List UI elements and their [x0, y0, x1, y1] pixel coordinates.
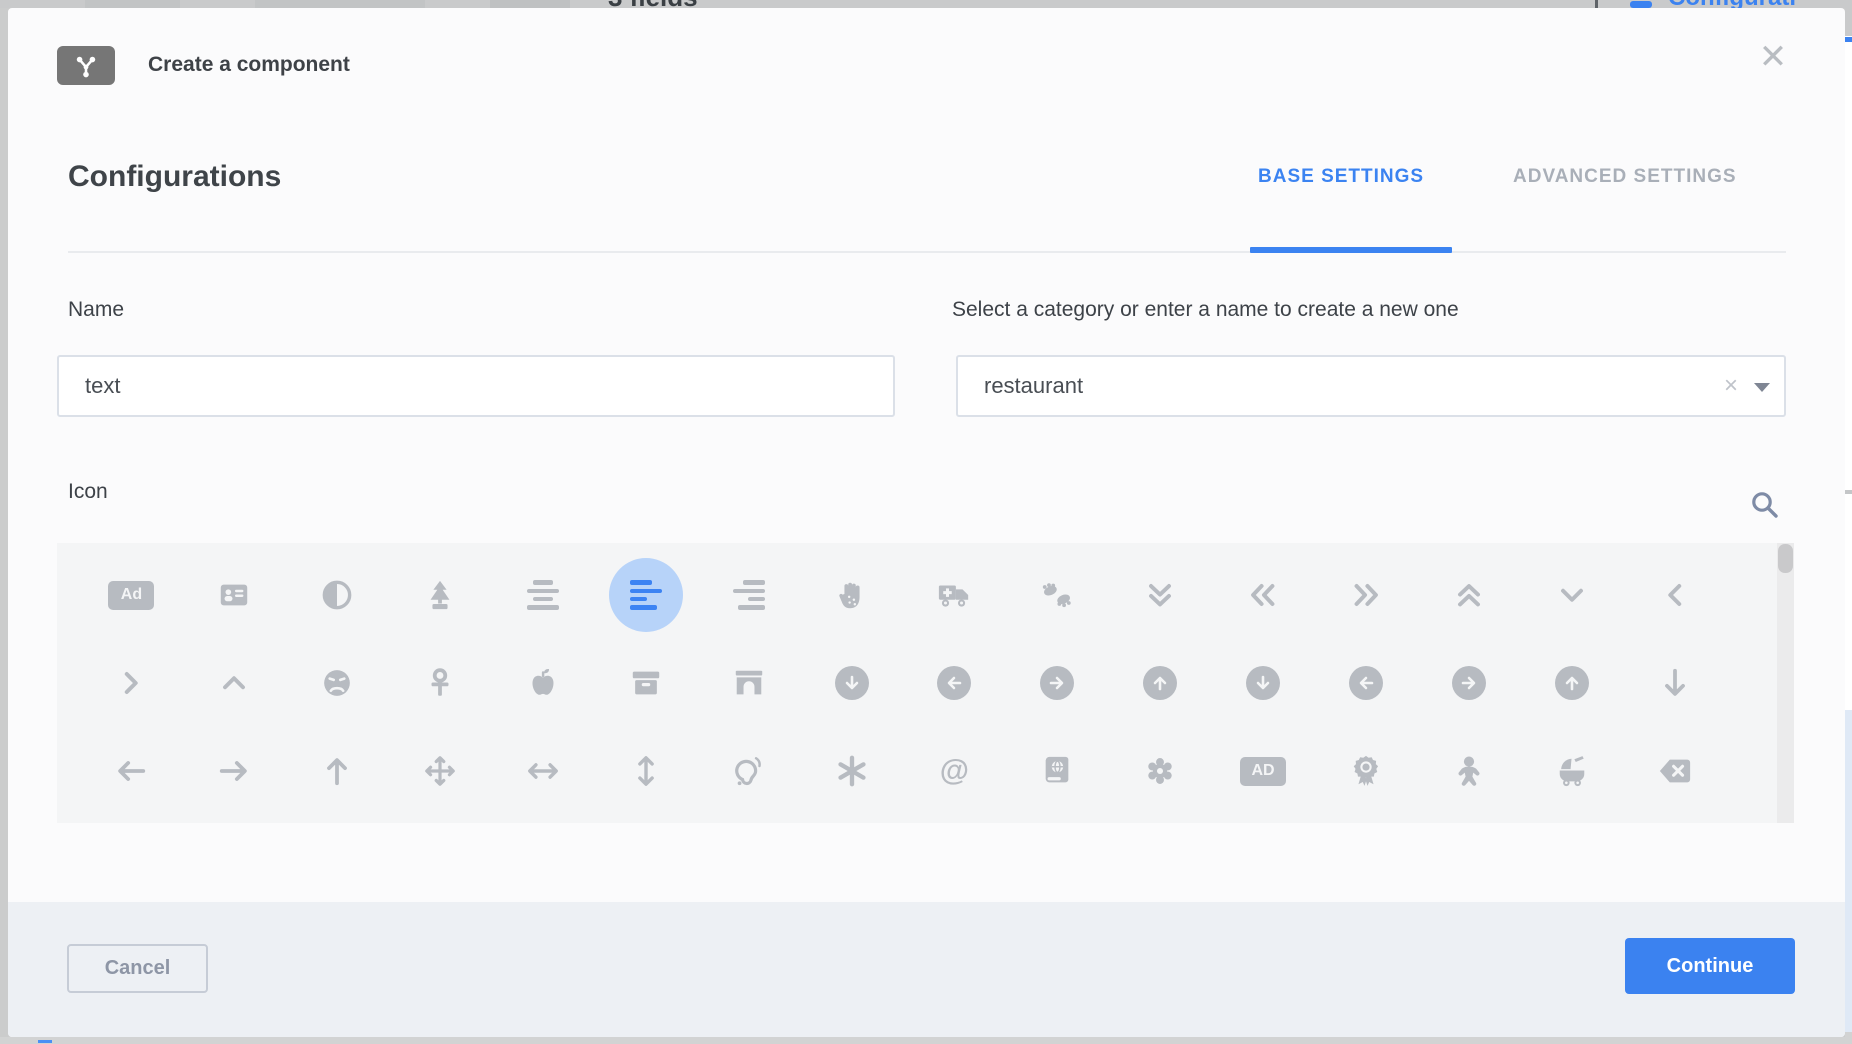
icon-arrows-alt-h[interactable]	[492, 727, 595, 815]
selected-icon-highlight	[609, 558, 683, 632]
icon-arrow-circle-down[interactable]	[1212, 639, 1315, 727]
tabs-divider	[68, 251, 1786, 253]
background-block	[85, 0, 180, 8]
icon-backspace[interactable]	[1623, 727, 1726, 815]
icon-align-right[interactable]	[697, 551, 800, 639]
tab-base-settings[interactable]: BASE SETTINGS	[1258, 166, 1424, 188]
icon-arrows-alt-v[interactable]	[594, 727, 697, 815]
icon-arrows-alt[interactable]	[389, 727, 492, 815]
section-title: Configurations	[68, 160, 281, 194]
icon-picker-grid: Ad @ AD	[57, 543, 1794, 823]
icon-grid-row	[80, 639, 1726, 727]
icon-arrow-alt-circle-right[interactable]	[1006, 639, 1109, 727]
icon-arrow-down[interactable]	[1623, 639, 1726, 727]
icon-angle-up[interactable]	[183, 639, 286, 727]
icon-angle-double-right[interactable]	[1315, 551, 1418, 639]
category-value: restaurant	[958, 373, 1083, 399]
chevron-down-icon[interactable]	[1754, 383, 1770, 392]
icon-label: Icon	[68, 480, 108, 504]
category-label: Select a category or enter a name to cre…	[952, 298, 1459, 322]
icon-air-freshener[interactable]	[389, 551, 492, 639]
icon-angle-double-left[interactable]	[1212, 551, 1315, 639]
icon-award[interactable]	[1315, 727, 1418, 815]
icon-arrow-up[interactable]	[286, 727, 389, 815]
icon-grid-row: @ AD	[80, 727, 1726, 815]
icon-arrow-right[interactable]	[183, 727, 286, 815]
icon-adjust[interactable]	[286, 551, 389, 639]
icon-angle-right[interactable]	[80, 639, 183, 727]
branch-icon	[71, 51, 101, 81]
icon-angle-double-up[interactable]	[1417, 551, 1520, 639]
dialog-footer: Cancel Continue	[8, 902, 1845, 1037]
search-icon[interactable]	[1744, 484, 1784, 524]
icon-american-sign-language-interpreting[interactable]	[1006, 551, 1109, 639]
background-fields-text: 3 fields	[608, 0, 698, 8]
icon-ad[interactable]: Ad	[80, 551, 183, 639]
icon-address-card[interactable]	[183, 551, 286, 639]
icon-arrow-alt-circle-down[interactable]	[800, 639, 903, 727]
icon-atlas[interactable]	[1006, 727, 1109, 815]
background-block	[490, 0, 570, 8]
dialog-title: Create a component	[148, 44, 350, 86]
icon-baby[interactable]	[1417, 727, 1520, 815]
icon-arrow-circle-up[interactable]	[1520, 639, 1623, 727]
background-page-top: 3 fields Configurati	[0, 0, 1852, 8]
background-link-text: Configurati	[1668, 0, 1796, 8]
icon-arrow-circle-left[interactable]	[1315, 639, 1418, 727]
icon-ankh[interactable]	[389, 639, 492, 727]
icon-arrow-circle-right[interactable]	[1417, 639, 1520, 727]
cancel-button[interactable]: Cancel	[67, 944, 208, 993]
icon-angle-left[interactable]	[1623, 551, 1726, 639]
icon-archway[interactable]	[697, 639, 800, 727]
icon-at[interactable]: @	[903, 727, 1006, 815]
icon-arrow-alt-circle-up[interactable]	[1109, 639, 1212, 727]
icon-audio-description[interactable]: AD	[1212, 727, 1315, 815]
icon-align-center[interactable]	[492, 551, 595, 639]
icon-grid-row: Ad	[80, 551, 1726, 639]
category-select[interactable]: restaurant ×	[956, 355, 1786, 417]
icon-angle-down[interactable]	[1520, 551, 1623, 639]
background-page-bottom	[0, 1037, 1852, 1044]
icon-arrow-left[interactable]	[80, 727, 183, 815]
background-blue-dash	[38, 1040, 52, 1043]
background-blue-icon	[1630, 1, 1652, 8]
icon-asterisk[interactable]	[800, 727, 903, 815]
background-block	[255, 0, 425, 8]
clear-icon[interactable]: ×	[1724, 357, 1738, 415]
icon-assistive-listening-systems[interactable]	[697, 727, 800, 815]
component-app-icon	[57, 46, 115, 85]
icon-arrow-alt-circle-left[interactable]	[903, 639, 1006, 727]
icon-archive[interactable]	[594, 639, 697, 727]
active-tab-underline	[1250, 247, 1452, 253]
name-input[interactable]	[57, 355, 895, 417]
name-label: Name	[68, 298, 124, 322]
icon-allergies[interactable]	[800, 551, 903, 639]
close-icon[interactable]: ✕	[1750, 34, 1796, 80]
create-component-dialog: Create a component ✕ Configurations BASE…	[8, 8, 1845, 1037]
icon-baby-carriage[interactable]	[1520, 727, 1623, 815]
icon-apple-alt[interactable]	[492, 639, 595, 727]
icon-ambulance[interactable]	[903, 551, 1006, 639]
icon-angry[interactable]	[286, 639, 389, 727]
scrollbar-thumb[interactable]	[1778, 544, 1793, 573]
background-divider	[1595, 0, 1598, 8]
icon-atom[interactable]	[1109, 727, 1212, 815]
continue-button[interactable]: Continue	[1625, 938, 1795, 994]
tab-advanced-settings[interactable]: ADVANCED SETTINGS	[1513, 166, 1737, 188]
scrollbar-track[interactable]	[1777, 543, 1794, 823]
background-page-right	[1845, 0, 1852, 1044]
icon-align-left[interactable]	[594, 551, 697, 639]
icon-angle-double-down[interactable]	[1109, 551, 1212, 639]
